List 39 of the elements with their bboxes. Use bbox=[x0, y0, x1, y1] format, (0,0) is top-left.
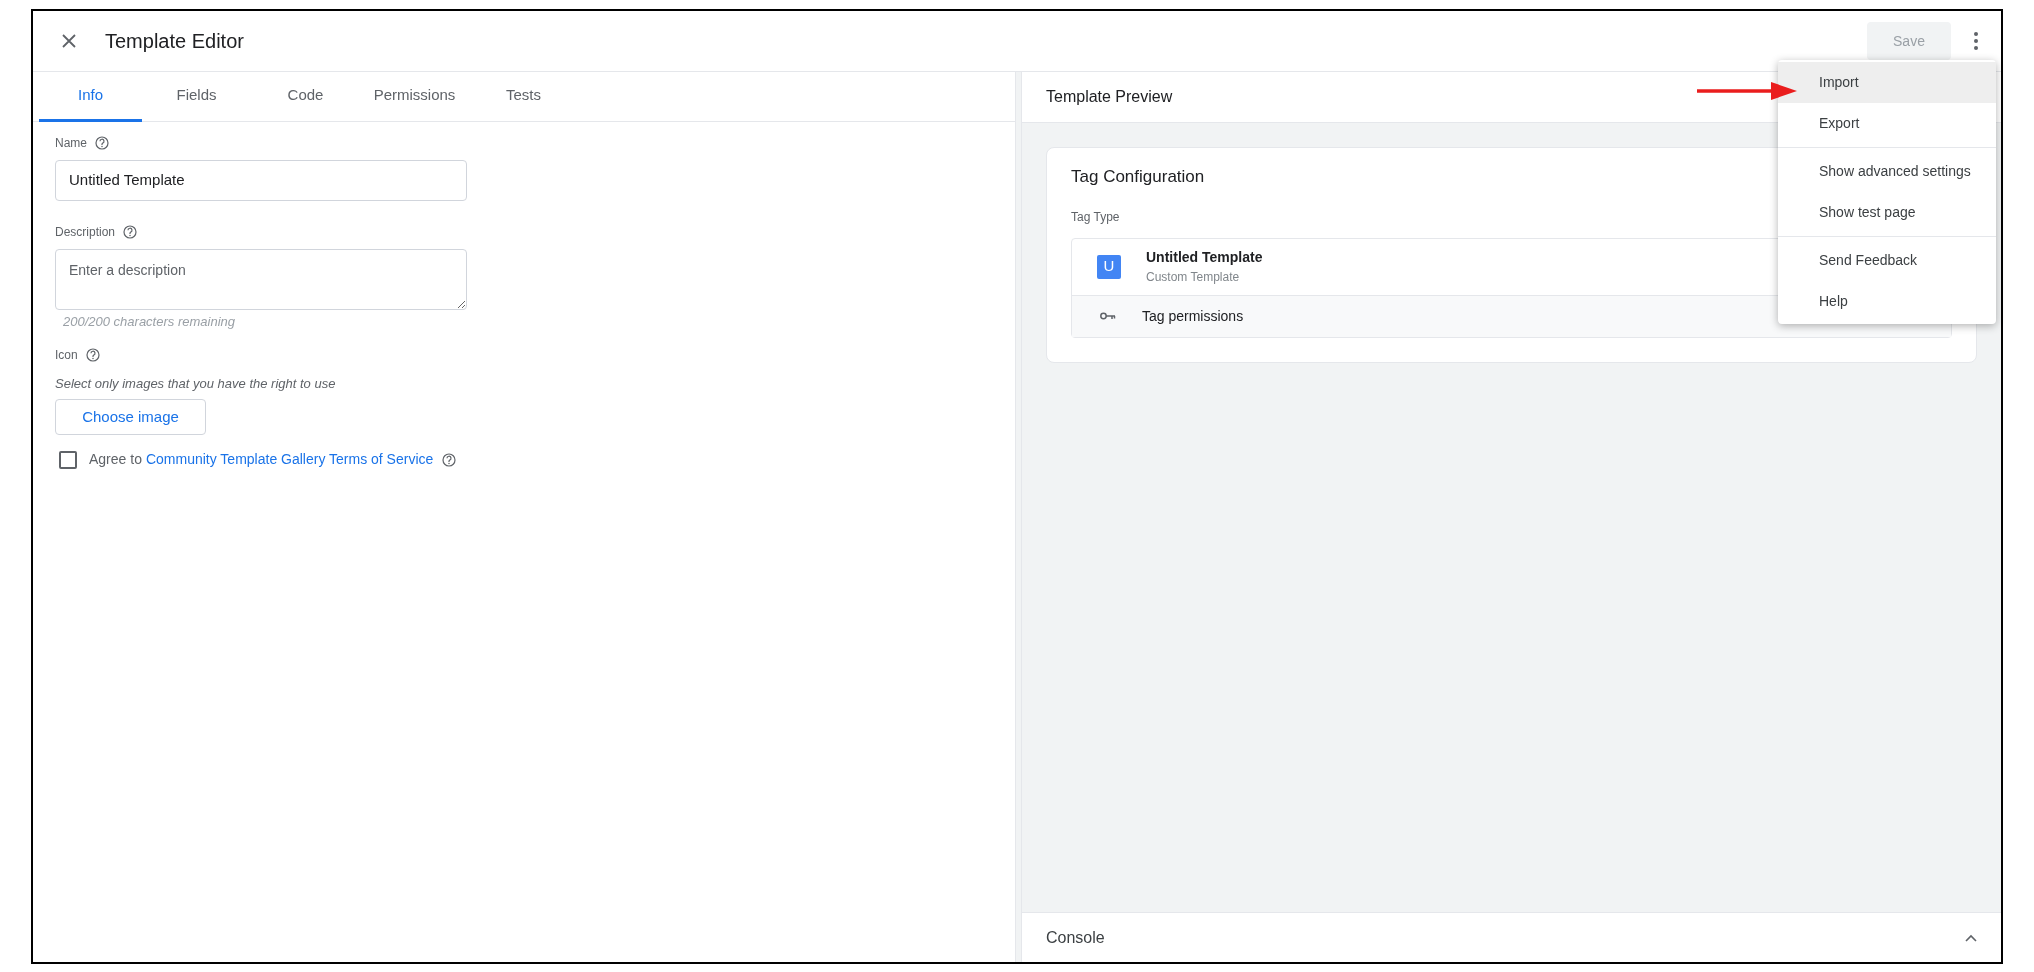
icon-hint: Select only images that you have the right to use bbox=[55, 374, 336, 393]
tag-name: Untitled Template bbox=[1146, 248, 1263, 267]
panel-title: Template Preview bbox=[1046, 87, 1173, 107]
field-label: Tag Type bbox=[1071, 208, 1120, 226]
field-label: Description bbox=[55, 224, 116, 241]
chevron-up-icon[interactable] bbox=[1965, 933, 1977, 942]
tag-permissions[interactable]: Tag permissions bbox=[1142, 305, 1244, 327]
template-badge: U bbox=[1097, 254, 1121, 279]
menu-item[interactable]: Show test page bbox=[1778, 192, 1996, 233]
choose-image-button[interactable]: Choose image bbox=[55, 399, 206, 435]
tab[interactable]: Info bbox=[39, 72, 142, 122]
field-label: Name bbox=[55, 135, 87, 152]
card-title: Tag Configuration bbox=[1071, 166, 1205, 188]
name-field[interactable]: Untitled Template bbox=[55, 160, 467, 201]
menu-item[interactable]: Import bbox=[1778, 62, 1996, 103]
key-icon bbox=[1100, 312, 1116, 320]
help-icon[interactable] bbox=[85, 347, 100, 362]
tab[interactable]: Code bbox=[254, 72, 357, 122]
help-icon[interactable] bbox=[123, 225, 138, 239]
menu-item[interactable]: Help bbox=[1778, 281, 1996, 322]
agree-label: Agree to bbox=[89, 450, 142, 469]
window-title: Template Editor bbox=[105, 29, 244, 54]
console-title[interactable]: Console bbox=[1046, 925, 1105, 950]
tab[interactable]: Tests bbox=[472, 72, 575, 122]
help-icon[interactable] bbox=[95, 136, 109, 150]
character-counter: 200/200 characters remaining bbox=[63, 313, 235, 331]
menu-item[interactable]: Export bbox=[1778, 103, 1996, 144]
close-icon[interactable] bbox=[61, 33, 77, 49]
terms-link[interactable]: Community Template Gallery Terms of Service bbox=[145, 449, 434, 470]
menu-item[interactable]: Send Feedback bbox=[1778, 240, 1996, 281]
menu-item[interactable]: Show advanced settings bbox=[1778, 151, 1996, 192]
help-icon[interactable] bbox=[442, 452, 457, 467]
tab[interactable]: Fields bbox=[145, 72, 248, 122]
description-field[interactable]: Enter a description bbox=[55, 249, 467, 310]
tag-subtitle: Custom Template bbox=[1146, 269, 1240, 286]
more-icon[interactable] bbox=[1973, 31, 1979, 51]
field-label: Icon bbox=[55, 346, 78, 364]
tab[interactable]: Permissions bbox=[363, 72, 466, 122]
checkbox[interactable] bbox=[59, 450, 77, 469]
